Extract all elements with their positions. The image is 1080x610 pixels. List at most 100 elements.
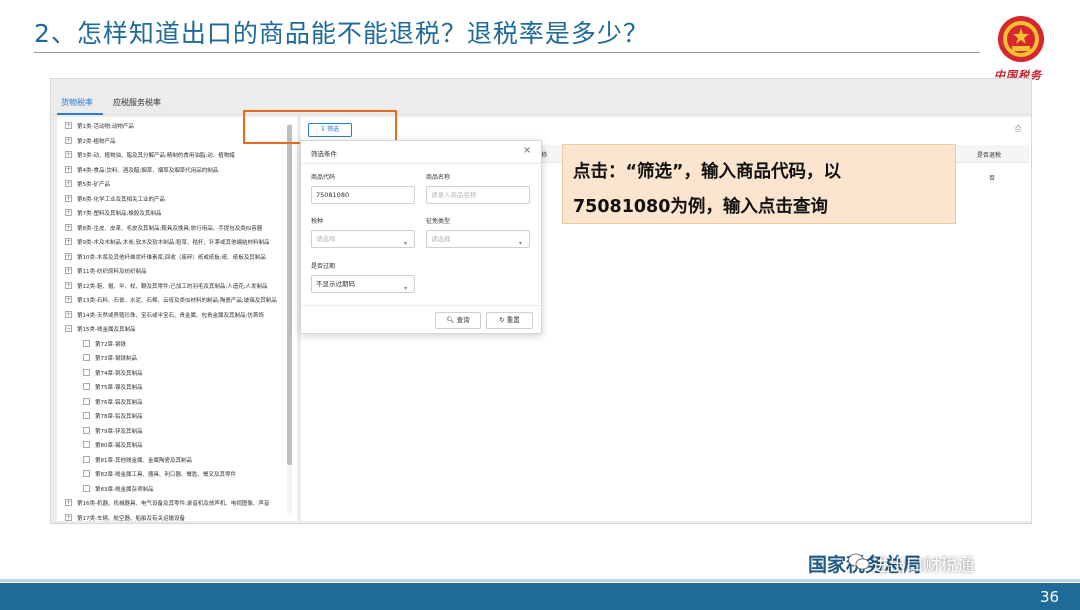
product-name-label: 商品名称 (426, 174, 451, 181)
expand-icon[interactable]: + (65, 151, 72, 158)
tree-item-label: 第75章-镍及其制品 (95, 385, 143, 391)
tree-category-item[interactable]: + 第8类-生皮、皮革、毛皮及其制品;鞍具及挽具;旅行用品、手提包及类似容器 (57, 221, 297, 235)
callout-line-1: 点击：“筛选”，输入商品代码，以 (573, 162, 842, 182)
tree-child-item[interactable]: 第81章-其他贱金属、金属陶瓷及其制品 (57, 453, 297, 467)
tree-checkbox[interactable] (83, 354, 90, 361)
tree-child-item[interactable]: 第83章-贱金属杂项制品 (57, 482, 297, 496)
tree-item-label: 第73章-钢铁制品 (95, 356, 137, 362)
tree-category-item[interactable]: − 第15类-贱金属及其制品 (57, 322, 297, 336)
expand-icon[interactable]: + (65, 136, 72, 144)
reset-button[interactable]: ↻ 重置 (486, 312, 533, 329)
tree-category-item[interactable]: + 第6类-化学工业及其相关工业的产品 (57, 192, 297, 206)
expired-select[interactable]: 不显示过期码 ▾ (311, 275, 415, 293)
tree-checkbox[interactable] (83, 426, 90, 434)
tree-item-label: 第81章-其他贱金属、金属陶瓷及其制品 (95, 457, 192, 464)
tree-category-item[interactable]: + 第5类-矿产品 (57, 177, 297, 191)
footer-bar (0, 583, 1080, 610)
search-icon: 🔍︎ (446, 316, 457, 324)
expand-icon[interactable]: + (65, 310, 72, 318)
expand-icon[interactable]: + (65, 296, 72, 303)
query-button[interactable]: 🔍︎ 查询 (435, 312, 481, 329)
tree-category-item[interactable]: + 第13类-石料、石膏、水泥、石棉、云母及类似材料的制品;陶瓷产品;玻璃及其制品 (57, 293, 297, 307)
expand-icon[interactable]: + (65, 267, 72, 274)
expand-icon[interactable]: + (65, 238, 72, 245)
tree-scrollbar-thumb[interactable] (287, 125, 292, 465)
query-button-label: 查询 (456, 316, 470, 324)
tree-checkbox[interactable] (83, 441, 90, 448)
tab-service-rate[interactable]: 应税服务税率 (113, 97, 161, 108)
chevron-down-icon: ▾ (404, 240, 408, 247)
tree-item-label: 第83章-贱金属杂项制品 (95, 486, 154, 493)
tree-checkbox[interactable] (83, 470, 90, 477)
tree-child-item[interactable]: 第73章-钢铁制品 (57, 351, 297, 365)
expand-icon[interactable]: + (65, 223, 72, 231)
dialog-divider (301, 163, 541, 164)
tree-category-item[interactable]: + 第12类-鞋、帽、伞、杖、鞭及其零件;已加工的羽毛及其制品;人造花;人发制品 (57, 279, 297, 293)
exemption-type-label: 征免类型 (426, 218, 451, 225)
expand-icon[interactable]: + (65, 180, 72, 187)
tree-checkbox[interactable] (83, 339, 90, 347)
dialog-title: 筛选条件 (311, 150, 337, 158)
tree-checkbox[interactable] (83, 484, 90, 492)
tree-child-item[interactable]: 第78章-铅及其制品 (57, 409, 297, 423)
collapse-icon[interactable]: − (65, 325, 72, 332)
refund-cell: 否 (989, 175, 996, 182)
tree-category-item[interactable]: + 第3类-动、植物油、脂及其分解产品;精制的食用油脂;动、植物蜡 (57, 148, 297, 162)
tree-child-item[interactable]: 第79章-锌及其制品 (57, 424, 297, 438)
expand-icon[interactable]: + (65, 513, 72, 521)
tree-item-label: 第5类-矿产品 (77, 182, 110, 188)
tree-category-item[interactable]: + 第17类-车辆、航空器、船舶及有关运输设备 (57, 511, 297, 521)
tax-type-select[interactable]: 请选择 ▾ (311, 230, 415, 248)
tree-checkbox[interactable] (83, 397, 90, 405)
tree-category-item[interactable]: + 第11类-纺织原料及纺织制品 (57, 264, 297, 278)
tree-item-label: 第78章-铅及其制品 (95, 414, 143, 420)
reset-icon: ↻ (499, 316, 507, 324)
callout-line-2: 75081080为例，输入点击查询 (573, 197, 828, 217)
tree-child-item[interactable]: 第76章-铝及其制品 (57, 395, 297, 409)
close-icon[interactable]: × (523, 145, 531, 156)
category-tree: + 第1类-活动物;动物产品 + 第2类-植物产品 + 第3类-动、植物油、脂及其分解产品… (57, 117, 297, 521)
tree-item-label: 第80章-锡及其制品 (95, 443, 143, 449)
tree-item-label: 第74章-铜及其制品 (95, 370, 143, 377)
tree-checkbox[interactable] (83, 412, 90, 419)
tree-child-item[interactable]: 第80章-锡及其制品 (57, 438, 297, 452)
tree-item-label: 第1类-活动物;动物产品 (77, 124, 134, 130)
tree-category-item[interactable]: + 第10类-木浆及其他纤维状纤维素浆;回收（废碎）纸或纸板;纸、纸板及其制品 (57, 250, 297, 264)
tree-child-item[interactable]: 第72章-钢铁 (57, 337, 297, 351)
tree-item-label: 第6类-化学工业及其相关工业的产品 (77, 196, 165, 203)
tree-checkbox[interactable] (83, 383, 90, 390)
tree-child-item[interactable]: 第75章-镍及其制品 (57, 380, 297, 394)
expand-icon[interactable]: + (65, 165, 72, 173)
print-icon[interactable]: ⎙ (1015, 124, 1021, 134)
expired-label: 是否过期 (311, 263, 336, 270)
watermark: 进出口财税通 (872, 556, 974, 576)
expand-icon[interactable]: + (65, 209, 72, 216)
tree-item-label: 第4类-食品;饮料、酒及醋;烟草、烟草及烟草代用品的制品 (77, 167, 219, 174)
tree-category-item[interactable]: + 第7类-塑料及其制品;橡胶及其制品 (57, 206, 297, 220)
expand-icon[interactable]: + (65, 194, 72, 202)
tree-child-item[interactable]: 第74章-铜及其制品 (57, 366, 297, 380)
expand-icon[interactable]: + (65, 281, 72, 289)
expired-value: 不显示过期码 (316, 280, 355, 288)
tree-category-item[interactable]: + 第16类-机器、机械器具、电气设备及其零件;录音机及放声机、电视图像、声音 (57, 496, 297, 510)
expand-icon[interactable]: + (65, 122, 72, 129)
expand-icon[interactable]: + (65, 499, 72, 506)
product-name-input[interactable]: 请录入商品名称 (426, 186, 530, 204)
tree-item-label: 第10类-木浆及其他纤维状纤维素浆;回收（废碎）纸或纸板;纸、纸板及其制品 (77, 254, 266, 261)
tree-child-item[interactable]: 第82章-贱金属工具、器具、利口器、餐匙、餐叉及其零件 (57, 467, 297, 481)
tab-goods-rate[interactable]: 货物税率 (61, 97, 93, 108)
tree-checkbox[interactable] (83, 368, 90, 376)
tree-checkbox[interactable] (83, 455, 90, 463)
tree-item-label: 第8类-生皮、皮革、毛皮及其制品;鞍具及挽具;旅行用品、手提包及类似容器 (77, 225, 263, 232)
expand-icon[interactable]: + (65, 252, 72, 260)
tree-category-item[interactable]: + 第14类-天然或养殖珍珠、宝石或半宝石、贵金属、包贵金属及其制品;仿首饰 (57, 308, 297, 322)
tree-item-label: 第79章-锌及其制品 (95, 428, 143, 435)
tree-category-item[interactable]: + 第4类-食品;饮料、酒及醋;烟草、烟草及烟草代用品的制品 (57, 163, 297, 177)
filter-dialog: 筛选条件 × 商品代码 75081080 商品名称 请录入商品名称 税种 请选择… (300, 140, 542, 334)
page-number: 36 (1040, 588, 1060, 606)
tree-item-label: 第9类-木及木制品;木炭;软木及软木制品;稻草、秸秆、针茅或其他编结材料制品 (77, 240, 270, 246)
product-code-input[interactable]: 75081080 (311, 186, 415, 204)
tree-category-item[interactable]: + 第9类-木及木制品;木炭;软木及软木制品;稻草、秸秆、针茅或其他编结材料制品 (57, 235, 297, 249)
tree-item-label: 第11类-纺织原料及纺织制品 (77, 269, 147, 275)
exemption-type-select[interactable]: 请选择 ▾ (426, 230, 530, 248)
